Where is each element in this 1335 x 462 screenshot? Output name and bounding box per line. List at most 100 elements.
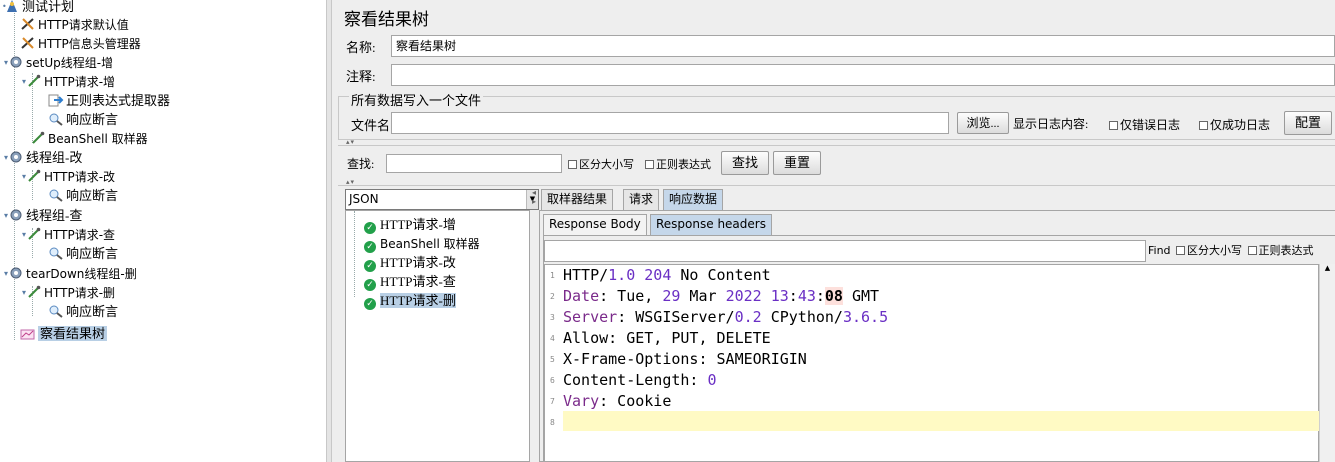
expand-icon[interactable]: ▾ (4, 54, 8, 72)
response-regex-label: 正则表达式 (1258, 245, 1314, 257)
tree-item-http-delete[interactable]: ▾ HTTP请求-删 (22, 284, 115, 302)
success-only-label: 仅成功日志 (1210, 118, 1271, 132)
code-line: Server: WSGIServer/0.2 CPython/3.6.5 (563, 308, 889, 326)
tree-item-assertion-query[interactable]: 响应断言 (48, 245, 118, 263)
page-title: 察看结果树 (344, 10, 429, 29)
comment-input[interactable] (391, 64, 1335, 86)
arrow-icon (48, 93, 64, 107)
checkbox-box[interactable] (645, 160, 654, 169)
view-results-tree-panel: 察看结果树 名称: 察看结果树 注释: 所有数据写入一个文件 文件名 浏览...… (333, 0, 1335, 462)
pipette-icon (26, 74, 42, 88)
tree-item-group-update[interactable]: ▾ 线程组-改 (4, 149, 82, 167)
response-find-button[interactable]: Find (1148, 244, 1171, 257)
search-regex-checkbox[interactable]: 正则表达式 (645, 156, 711, 172)
tree-item-assertion-update[interactable]: 响应断言 (48, 187, 118, 205)
expand-icon[interactable]: ▾ (22, 226, 26, 244)
search-case-checkbox[interactable]: 区分大小写 (568, 156, 634, 172)
expand-icon[interactable]: ▾ (22, 73, 26, 91)
response-find-input[interactable] (544, 240, 1146, 262)
checkbox-box[interactable] (1199, 121, 1208, 130)
errors-only-checkbox[interactable]: 仅错误日志 (1109, 116, 1180, 133)
reset-button[interactable]: 重置 (773, 151, 821, 175)
search-label: 查找: (347, 157, 375, 171)
response-headers-editor[interactable]: 1 2 3 4 5 6 7 8 HTTP/1.0 204 No Content … (544, 264, 1319, 462)
test-plan-tree[interactable]: • 测试计划 HTTP请求默认值 HTTP信息头管理器 ▾ setUp线程组-增… (0, 0, 326, 462)
result-item[interactable]: ✓ HTTP请求-增 (364, 216, 456, 234)
checkbox-box[interactable] (568, 160, 577, 169)
splitter-arrows-icon[interactable]: ◂ ▸ (532, 188, 537, 206)
tab-response-body[interactable]: Response Body (543, 214, 647, 235)
tree-item-setup-group[interactable]: ▾ setUp线程组-增 (4, 54, 113, 72)
line-number: 2 (550, 292, 555, 301)
expand-icon[interactable]: ▾ (4, 149, 8, 167)
response-regex-checkbox[interactable]: 正则表达式 (1247, 245, 1314, 257)
tree-item-http-add[interactable]: ▾ HTTP请求-增 (22, 73, 115, 91)
expand-icon[interactable]: ▾ (4, 207, 8, 225)
line-number: 5 (550, 355, 555, 364)
divider (338, 185, 1335, 186)
filename-input[interactable] (391, 112, 949, 134)
tree-item-http-query[interactable]: ▾ HTTP请求-查 (22, 226, 115, 244)
checkbox-box[interactable] (1247, 246, 1257, 255)
scroll-up-icon[interactable]: ▲ (1325, 264, 1330, 272)
tree-item-regex-extractor[interactable]: 正则表达式提取器 (48, 92, 170, 110)
result-item[interactable]: ✓ HTTP请求-查 (364, 273, 456, 291)
tree-item-test-plan[interactable]: • 测试计划 (2, 0, 74, 16)
line-number: 1 (550, 271, 555, 280)
tree-item-view-results[interactable]: 察看结果树 (20, 325, 108, 343)
gear-icon (8, 208, 24, 222)
code-line: Date: Tue, 29 Mar 2022 13:43:08 GMT (563, 287, 880, 305)
config-button[interactable]: 配置 (1284, 111, 1332, 135)
search-input[interactable] (386, 154, 562, 173)
code-line: Vary: Cookie (563, 392, 672, 410)
tree-item-http-update[interactable]: ▾ HTTP请求-改 (22, 168, 115, 186)
tab-response-headers[interactable]: Response headers (650, 214, 772, 235)
response-case-checkbox[interactable]: 区分大小写 (1176, 245, 1242, 257)
tree-item-assertion-delete[interactable]: 响应断言 (48, 303, 118, 321)
expand-icon[interactable]: ▾ (22, 284, 26, 302)
editor-scrollbar[interactable]: ▲ (1319, 264, 1335, 462)
panel-splitter[interactable] (326, 0, 332, 462)
tree-item-assertion-add[interactable]: 响应断言 (48, 111, 118, 129)
divider (338, 145, 1335, 146)
tab-response-data[interactable]: 响应数据 (663, 189, 724, 210)
code-line: X-Frame-Options: SAMEORIGIN (563, 350, 807, 368)
expand-icon[interactable]: ▾ (4, 265, 8, 283)
pipette-icon (26, 169, 42, 183)
result-item[interactable]: ✓ BeanShell 取样器 (364, 235, 480, 253)
tree-item-header-manager[interactable]: HTTP信息头管理器 (20, 35, 141, 53)
tab-request[interactable]: 请求 (623, 189, 660, 210)
response-case-label: 区分大小写 (1187, 245, 1243, 257)
checkbox-box[interactable] (1176, 246, 1186, 255)
magnifier-icon (48, 188, 64, 202)
result-item[interactable]: ✓ HTTP请求-改 (364, 254, 456, 272)
tree-item-beanshell[interactable]: BeanShell 取样器 (30, 130, 148, 148)
line-number: 7 (550, 397, 555, 406)
success-icon: ✓ (364, 222, 376, 234)
checkbox-box[interactable] (1109, 121, 1118, 130)
pipette-icon (26, 227, 42, 241)
sample-result-list[interactable]: ✓ HTTP请求-增 ✓ BeanShell 取样器 ✓ HTTP请求-改 ✓ HTTP… (345, 210, 530, 462)
tree-item-teardown-group[interactable]: ▾ tearDown线程组-删 (4, 265, 137, 283)
tree-item-http-defaults[interactable]: HTTP请求默认值 (20, 16, 129, 34)
wrench-icon (20, 36, 36, 50)
renderer-value: JSON (349, 192, 379, 206)
tab-sampler-result[interactable]: 取样器结果 (541, 189, 614, 210)
renderer-select[interactable]: JSON ▼ (345, 189, 539, 210)
line-number: 8 (550, 418, 555, 427)
line-number: 4 (550, 334, 555, 343)
find-button[interactable]: 查找 (721, 151, 769, 175)
browse-button[interactable]: 浏览... (957, 112, 1009, 134)
line-number: 3 (550, 313, 555, 322)
pipette-icon (26, 285, 42, 299)
collapse-icon[interactable]: • (2, 0, 7, 16)
name-input[interactable]: 察看结果树 (391, 35, 1335, 57)
expand-icon[interactable]: ▾ (22, 168, 26, 186)
search-regex-label: 正则表达式 (656, 159, 711, 171)
errors-only-label: 仅错误日志 (1120, 118, 1181, 132)
result-item-selected[interactable]: ✓ HTTP请求-删 (364, 292, 456, 310)
tree-item-group-query[interactable]: ▾ 线程组-查 (4, 207, 82, 225)
success-only-checkbox[interactable]: 仅成功日志 (1199, 116, 1270, 133)
gear-icon (8, 150, 24, 164)
comment-label: 注释: (346, 69, 376, 84)
